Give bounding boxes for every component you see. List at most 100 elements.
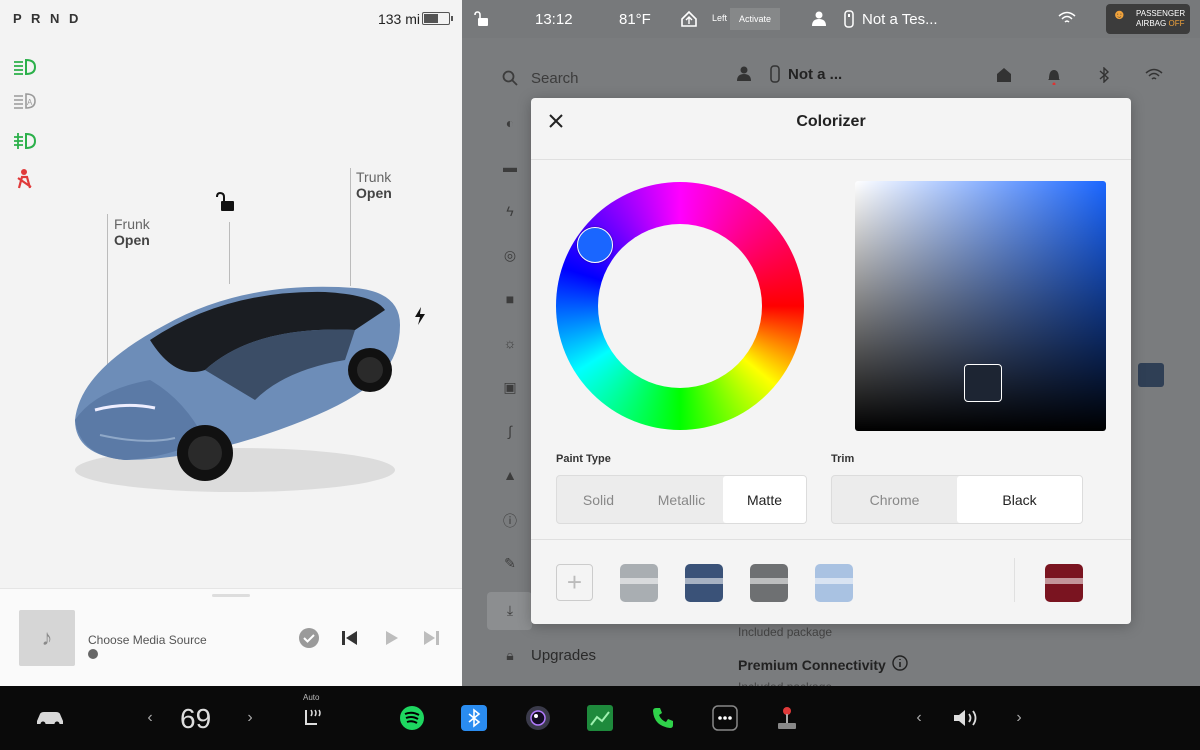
swatch-gray[interactable] <box>750 564 788 602</box>
airbag-icon: ☻ <box>1112 6 1127 22</box>
airbag-state: OFF <box>1168 19 1185 28</box>
software-download-icon[interactable]: ⤓ <box>502 602 518 618</box>
seat-heater-icon[interactable] <box>300 704 326 732</box>
trunk-title: Trunk <box>356 169 392 185</box>
profile-name-secondary[interactable]: Not a ... <box>788 66 842 83</box>
activate-button[interactable]: Activate <box>730 8 780 30</box>
cabin-temperature[interactable]: 69 <box>180 703 211 735</box>
favorite-check-icon[interactable] <box>298 627 320 649</box>
car-image <box>75 286 400 492</box>
media-source-label[interactable]: Choose Media Source <box>88 633 207 647</box>
service-wrench-icon[interactable]: ✎ <box>502 555 518 571</box>
spotify-small-icon <box>88 649 98 659</box>
fog-lights-icon <box>12 130 38 152</box>
trips-icon[interactable]: ∫ <box>502 423 518 439</box>
seat-heater-mode: Auto <box>303 693 320 702</box>
wifi-icon[interactable] <box>1058 11 1076 30</box>
trunk-state: Open <box>356 185 392 201</box>
wifi-icon-secondary[interactable] <box>1145 68 1163 87</box>
navigation-icon[interactable]: ▲ <box>502 467 518 483</box>
controls-toggle-icon[interactable]: ◐ <box>502 115 518 131</box>
add-swatch-button[interactable]: + <box>556 564 593 601</box>
swatch-silver[interactable] <box>620 564 658 602</box>
outside-temperature: 81°F <box>619 11 651 28</box>
profile-icon[interactable] <box>812 11 826 32</box>
pedals-car-icon[interactable]: ▬ <box>502 159 518 175</box>
bluetooth-app-icon[interactable] <box>461 704 487 732</box>
swatch-red[interactable] <box>1045 564 1083 602</box>
upgrades-icon[interactable]: 🔒︎ <box>502 647 518 663</box>
gear-selector: P R N D <box>13 11 82 26</box>
profile-icon-secondary[interactable] <box>737 66 751 87</box>
temp-down-chevron-icon[interactable]: ‹ <box>144 704 156 732</box>
display-icon[interactable]: ▣ <box>502 379 518 395</box>
unlock-icon[interactable] <box>215 191 237 218</box>
phone-icon[interactable] <box>650 704 676 732</box>
upgrades-nav-item[interactable]: Upgrades <box>531 647 596 664</box>
play-icon[interactable] <box>380 627 402 649</box>
homelink-label[interactable]: Left <box>712 13 727 23</box>
bluetooth-icon[interactable] <box>1098 66 1110 88</box>
media-drawer-handle[interactable] <box>212 594 250 597</box>
saturation-value-picker[interactable] <box>855 181 1106 431</box>
locks-icon[interactable]: ■ <box>502 291 518 307</box>
driver-profile-name[interactable]: Not a Tes... <box>862 11 938 28</box>
arcade-joystick-icon[interactable] <box>774 704 800 732</box>
volume-down-chevron-icon[interactable]: ‹ <box>913 704 925 732</box>
included-package-label: Included package <box>738 625 833 639</box>
premium-connectivity-label[interactable]: Premium Connectivity <box>738 657 886 673</box>
paint-type-metallic[interactable]: Metallic <box>640 476 723 523</box>
trim-selector: Chrome Black <box>831 475 1083 524</box>
car-icon[interactable] <box>34 704 66 732</box>
swatch-dark-blue[interactable] <box>685 564 723 602</box>
frunk-title: Frunk <box>114 216 150 232</box>
color-selector-knob[interactable] <box>964 364 1002 402</box>
seatbelt-warning-icon <box>12 168 38 190</box>
temp-up-chevron-icon[interactable]: › <box>244 704 256 732</box>
battery-icon <box>422 12 453 25</box>
hue-selector-knob[interactable] <box>577 227 613 263</box>
garage-icon[interactable] <box>996 67 1012 88</box>
info-icon[interactable] <box>892 655 908 676</box>
airbag-line1: PASSENGER <box>1136 9 1186 18</box>
notification-bell-icon[interactable] <box>1047 67 1061 90</box>
dialog-title: Colorizer <box>796 113 866 130</box>
settings-search[interactable]: Search <box>531 70 579 87</box>
previous-track-icon[interactable] <box>339 627 361 649</box>
paint-type-matte[interactable]: Matte <box>723 476 806 523</box>
safety-icon[interactable]: ⓘ <box>502 511 518 529</box>
trunk-callout[interactable]: Trunk Open <box>356 169 392 201</box>
vehicle-panel: P R N D 133 mi A Frunk Open Trunk Open ♪… <box>0 0 462 686</box>
energy-app-icon[interactable] <box>587 704 613 732</box>
frunk-state: Open <box>114 232 150 248</box>
lights-icon[interactable]: ☼ <box>502 335 518 351</box>
steering-wheel-icon[interactable]: ◎ <box>502 247 518 263</box>
passenger-airbag-indicator: ☻ PASSENGER AIRBAG OFF <box>1106 4 1190 34</box>
trunk-leader-line <box>350 168 351 286</box>
camera-icon[interactable] <box>524 704 552 732</box>
hue-wheel-center <box>598 224 762 388</box>
charge-port-icon[interactable] <box>413 306 427 331</box>
trim-black[interactable]: Black <box>957 476 1082 523</box>
color-preview-chip[interactable] <box>1138 363 1164 387</box>
charging-icon[interactable]: ϟ <box>502 203 518 219</box>
more-apps-icon[interactable] <box>712 704 738 732</box>
paint-type-solid[interactable]: Solid <box>557 476 640 523</box>
volume-icon[interactable] <box>950 704 984 732</box>
spotify-icon[interactable] <box>398 704 426 732</box>
divider <box>531 159 1131 160</box>
trim-chrome[interactable]: Chrome <box>832 476 957 523</box>
airbag-line2: AIRBAG <box>1136 19 1167 28</box>
frunk-callout[interactable]: Frunk Open <box>114 216 150 248</box>
homelink-icon[interactable] <box>680 10 698 33</box>
hue-wheel[interactable] <box>556 182 804 430</box>
swatch-light-blue[interactable] <box>815 564 853 602</box>
volume-up-chevron-icon[interactable]: › <box>1013 704 1025 732</box>
album-art-placeholder[interactable]: ♪ <box>19 610 75 666</box>
headlights-icon <box>12 56 38 78</box>
lock-status-icon[interactable] <box>474 11 490 32</box>
search-icon[interactable] <box>502 70 518 91</box>
range-readout: 133 mi <box>377 11 420 27</box>
paint-type-selector: Solid Metallic Matte <box>556 475 807 524</box>
next-track-icon[interactable] <box>420 627 442 649</box>
